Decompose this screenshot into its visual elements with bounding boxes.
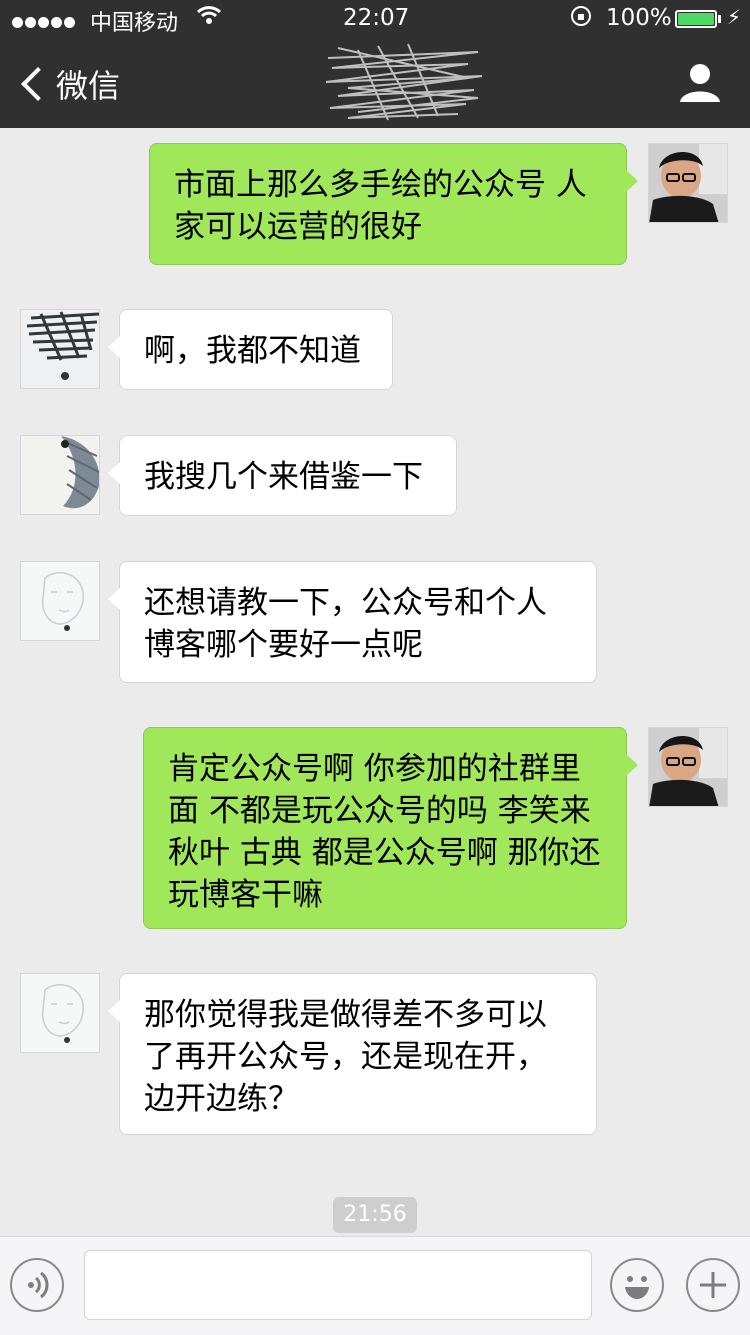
status-time: 22:07 [343,5,410,31]
my-avatar[interactable] [648,727,728,807]
plus-button[interactable] [686,1258,740,1312]
message-bubble-sent[interactable]: 肯定公众号啊 你参加的社群里面 不都是玩公众号的吗 李笑来 秋叶 古典 都是公众… [143,727,638,929]
voice-button[interactable] [10,1258,64,1312]
status-bar: 中国移动 22:07 ▪ 100% ⚡ [0,0,750,40]
emoji-button[interactable] [610,1258,664,1312]
chevron-left-icon [21,67,55,101]
signal-strength-icon [12,9,77,34]
emoji-icon [625,1276,649,1299]
message-bubble-received[interactable]: 啊，我都不知道 [108,309,393,390]
rotation-lock-icon: ▪ [571,6,591,26]
battery-icon [675,10,717,28]
my-avatar[interactable] [648,143,728,223]
battery-percent: 100% [606,5,672,31]
message-bubble-sent[interactable]: 市面上那么多手绘的公众号 人家可以运营的很好 [149,143,638,265]
contact-avatar[interactable] [20,561,100,641]
contact-avatar[interactable] [20,973,100,1053]
charging-icon: ⚡ [727,5,742,29]
time-divider: 21:56 [333,1197,417,1233]
voice-icon [28,1271,49,1299]
message-bubble-received[interactable]: 那你觉得我是做得差不多可以了再开公众号，还是现在开，边开边练？ [108,973,597,1135]
contact-avatar[interactable] [20,309,100,389]
back-button[interactable]: 微信 [18,62,120,106]
input-bar [0,1236,750,1335]
wifi-icon [196,4,222,31]
message-input[interactable] [84,1250,592,1320]
person-icon[interactable] [678,60,722,104]
message-bubble-received[interactable]: 还想请教一下，公众号和个人博客哪个要好一点呢 [108,561,597,683]
plus-icon [700,1272,726,1298]
header: 中国移动 22:07 ▪ 100% ⚡ 微信 [0,0,750,128]
battery-cap [718,15,721,23]
carrier-name: 中国移动 [90,11,179,36]
redacted-title-scribble [325,43,483,121]
back-label: 微信 [56,67,121,105]
message-bubble-received[interactable]: 我搜几个来借鉴一下 [108,435,457,516]
contact-avatar[interactable] [20,435,100,515]
